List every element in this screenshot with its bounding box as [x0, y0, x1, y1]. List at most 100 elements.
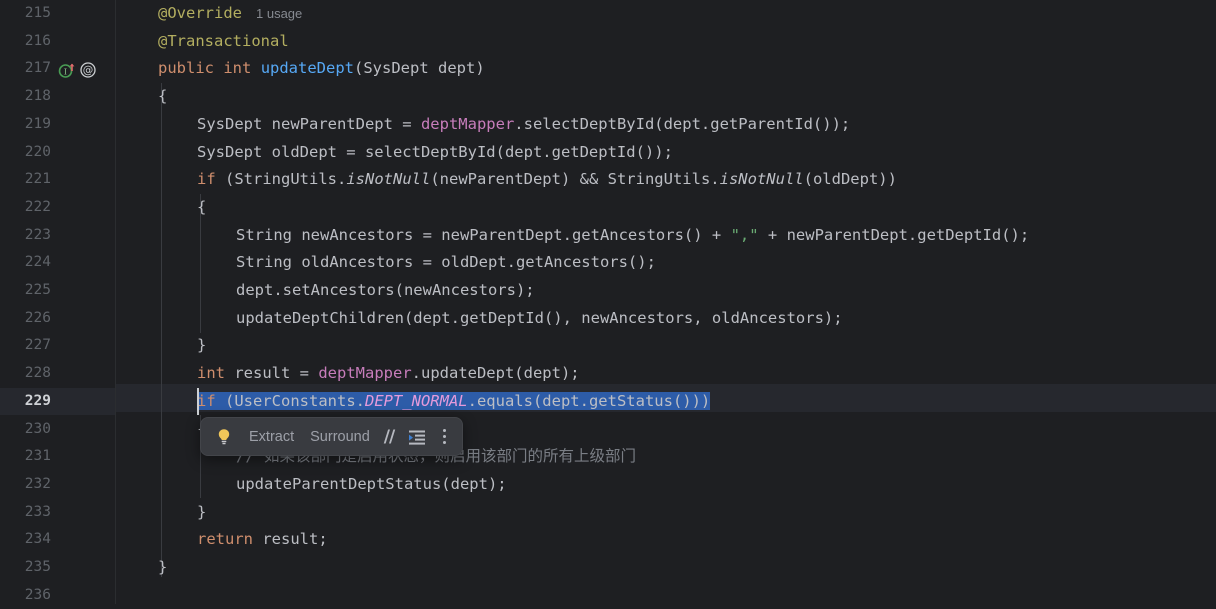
gutter-line: 223	[0, 222, 116, 250]
code-token: .equals(dept.getStatus()))	[467, 391, 711, 410]
code-token: result =	[225, 364, 319, 383]
line-number: 218	[24, 88, 51, 105]
annotation-icon[interactable]: @	[79, 60, 97, 78]
line-number: 223	[24, 226, 51, 243]
gutter-line: 228	[0, 360, 116, 388]
line-number: 231	[24, 448, 51, 465]
text-caret	[197, 387, 199, 416]
code-token: (oldDept))	[803, 170, 897, 189]
comment-icon[interactable]: //	[378, 427, 400, 447]
gutter-line: 224	[0, 249, 116, 277]
code-line[interactable]: return result;	[197, 526, 328, 554]
extract-button[interactable]: Extract	[241, 423, 302, 451]
code-line[interactable]: String oldAncestors = oldDept.getAncesto…	[236, 249, 656, 277]
code-line[interactable]: dept.setAncestors(newAncestors);	[236, 277, 535, 305]
code-line[interactable]: updateDeptChildren(dept.getDeptId(), new…	[236, 305, 843, 333]
line-number: 233	[24, 503, 51, 520]
gutter-line: 219	[0, 111, 116, 139]
gutter-line: 230	[0, 416, 116, 444]
line-number: 232	[24, 475, 51, 492]
code-line[interactable]: @Override 1 usage	[158, 0, 302, 28]
surround-button[interactable]: Surround	[302, 423, 378, 451]
static-method-token: isNotNull	[346, 170, 431, 189]
indent-lines-icon[interactable]	[404, 424, 430, 450]
code-line[interactable]: SysDept newParentDept = deptMapper.selec…	[197, 111, 850, 139]
line-number: 230	[24, 420, 51, 437]
code-token: SysDept oldDept = selectDeptById(dept.ge…	[197, 142, 673, 161]
line-number: 216	[24, 32, 51, 49]
gutter-line: 215	[0, 0, 116, 28]
keyword-token: if	[197, 170, 216, 189]
line-number: 221	[24, 171, 51, 188]
inlay-hint-usages[interactable]: 1 usage	[256, 6, 302, 21]
code-line[interactable]: @Transactional	[158, 28, 289, 56]
line-number: 224	[24, 254, 51, 271]
code-token: (UserConstants.	[215, 391, 365, 410]
code-token: updateDeptChildren(dept.getDeptId(), new…	[236, 308, 843, 327]
keyword-token: int	[197, 364, 225, 383]
static-method-token: isNotNull	[719, 170, 804, 189]
line-number: 225	[24, 282, 51, 298]
code-line[interactable]: public int updateDept(SysDept dept)	[158, 55, 485, 83]
string-literal-token: ","	[730, 225, 759, 244]
line-number: 215	[24, 5, 51, 21]
more-options-icon[interactable]	[434, 424, 454, 450]
keyword-token: public	[158, 59, 214, 78]
code-line[interactable]: String newAncestors = newParentDept.getA…	[236, 222, 1029, 250]
brace-token: {	[158, 87, 168, 106]
code-token: String oldAncestors = oldDept.getAncesto…	[236, 253, 656, 272]
line-number: 220	[24, 143, 51, 160]
floating-action-toolbar[interactable]: Extract Surround //	[200, 417, 464, 456]
field-token: deptMapper	[420, 114, 515, 133]
code-line[interactable]: }	[197, 499, 206, 527]
code-line[interactable]: {	[197, 194, 206, 222]
gutter-line: 222	[0, 194, 116, 222]
code-token: (StringUtils.	[215, 170, 347, 189]
gutter-line: 235	[0, 554, 116, 582]
code-token: dept.setAncestors(newAncestors);	[236, 281, 535, 299]
code-editor[interactable]: 215 216 217 I @ 218 219 220 221 222 223 …	[0, 0, 1216, 604]
code-line[interactable]: }	[197, 332, 206, 360]
gutter-icons[interactable]: I @	[58, 55, 97, 83]
code-line[interactable]: updateParentDeptStatus(dept);	[236, 471, 507, 499]
code-token: SysDept newParentDept =	[197, 114, 421, 133]
annotation-token: @Override	[158, 4, 242, 22]
static-constant-token: DEPT_NORMAL	[364, 391, 468, 410]
gutter-line: 216	[0, 28, 116, 56]
code-line[interactable]: {	[158, 83, 167, 111]
code-token: + newParentDept.getDeptId();	[758, 225, 1030, 244]
dot	[442, 429, 446, 432]
code-line[interactable]: SysDept oldDept = selectDeptById(dept.ge…	[197, 139, 673, 167]
svg-text:@: @	[83, 65, 94, 77]
annotation-token: @Transactional	[158, 31, 289, 50]
code-line[interactable]: }	[158, 554, 167, 582]
gutter-line: 234	[0, 526, 116, 554]
code-line[interactable]: int result = deptMapper.updateDept(dept)…	[197, 360, 580, 388]
line-number: 226	[24, 309, 51, 326]
editor-gutter[interactable]: 215 216 217 I @ 218 219 220 221 222 223 …	[0, 0, 116, 604]
code-line[interactable]: if (StringUtils.isNotNull(newParentDept)…	[197, 166, 897, 194]
gutter-line: 227	[0, 332, 116, 360]
code-token: result;	[253, 530, 328, 549]
gutter-line-current: 229	[0, 387, 116, 416]
gutter-line: 225	[0, 277, 116, 305]
code-content[interactable]: @Override 1 usage @Transactional public i…	[0, 0, 1216, 604]
line-number: 236	[24, 586, 51, 603]
code-line-selected[interactable]: if (UserConstants.DEPT_NORMAL.equals(dep…	[197, 388, 711, 416]
line-number: 222	[24, 198, 51, 215]
gutter-line: 231	[0, 443, 116, 471]
line-number: 235	[24, 559, 51, 575]
svg-text:I: I	[64, 68, 67, 77]
implementing-method-icon[interactable]: I	[58, 60, 76, 79]
lightbulb-icon[interactable]	[211, 424, 237, 450]
gutter-line: 218	[0, 83, 116, 111]
line-number: 229	[24, 392, 51, 409]
code-token: (newParentDept) && StringUtils.	[430, 170, 720, 189]
gutter-line: 233	[0, 499, 116, 527]
dot	[442, 435, 446, 438]
line-number: 227	[24, 337, 51, 354]
code-token: String newAncestors = newParentDept.getA…	[236, 225, 731, 244]
selection-highlight[interactable]: if (UserConstants.DEPT_NORMAL.equals(dep…	[197, 391, 711, 410]
